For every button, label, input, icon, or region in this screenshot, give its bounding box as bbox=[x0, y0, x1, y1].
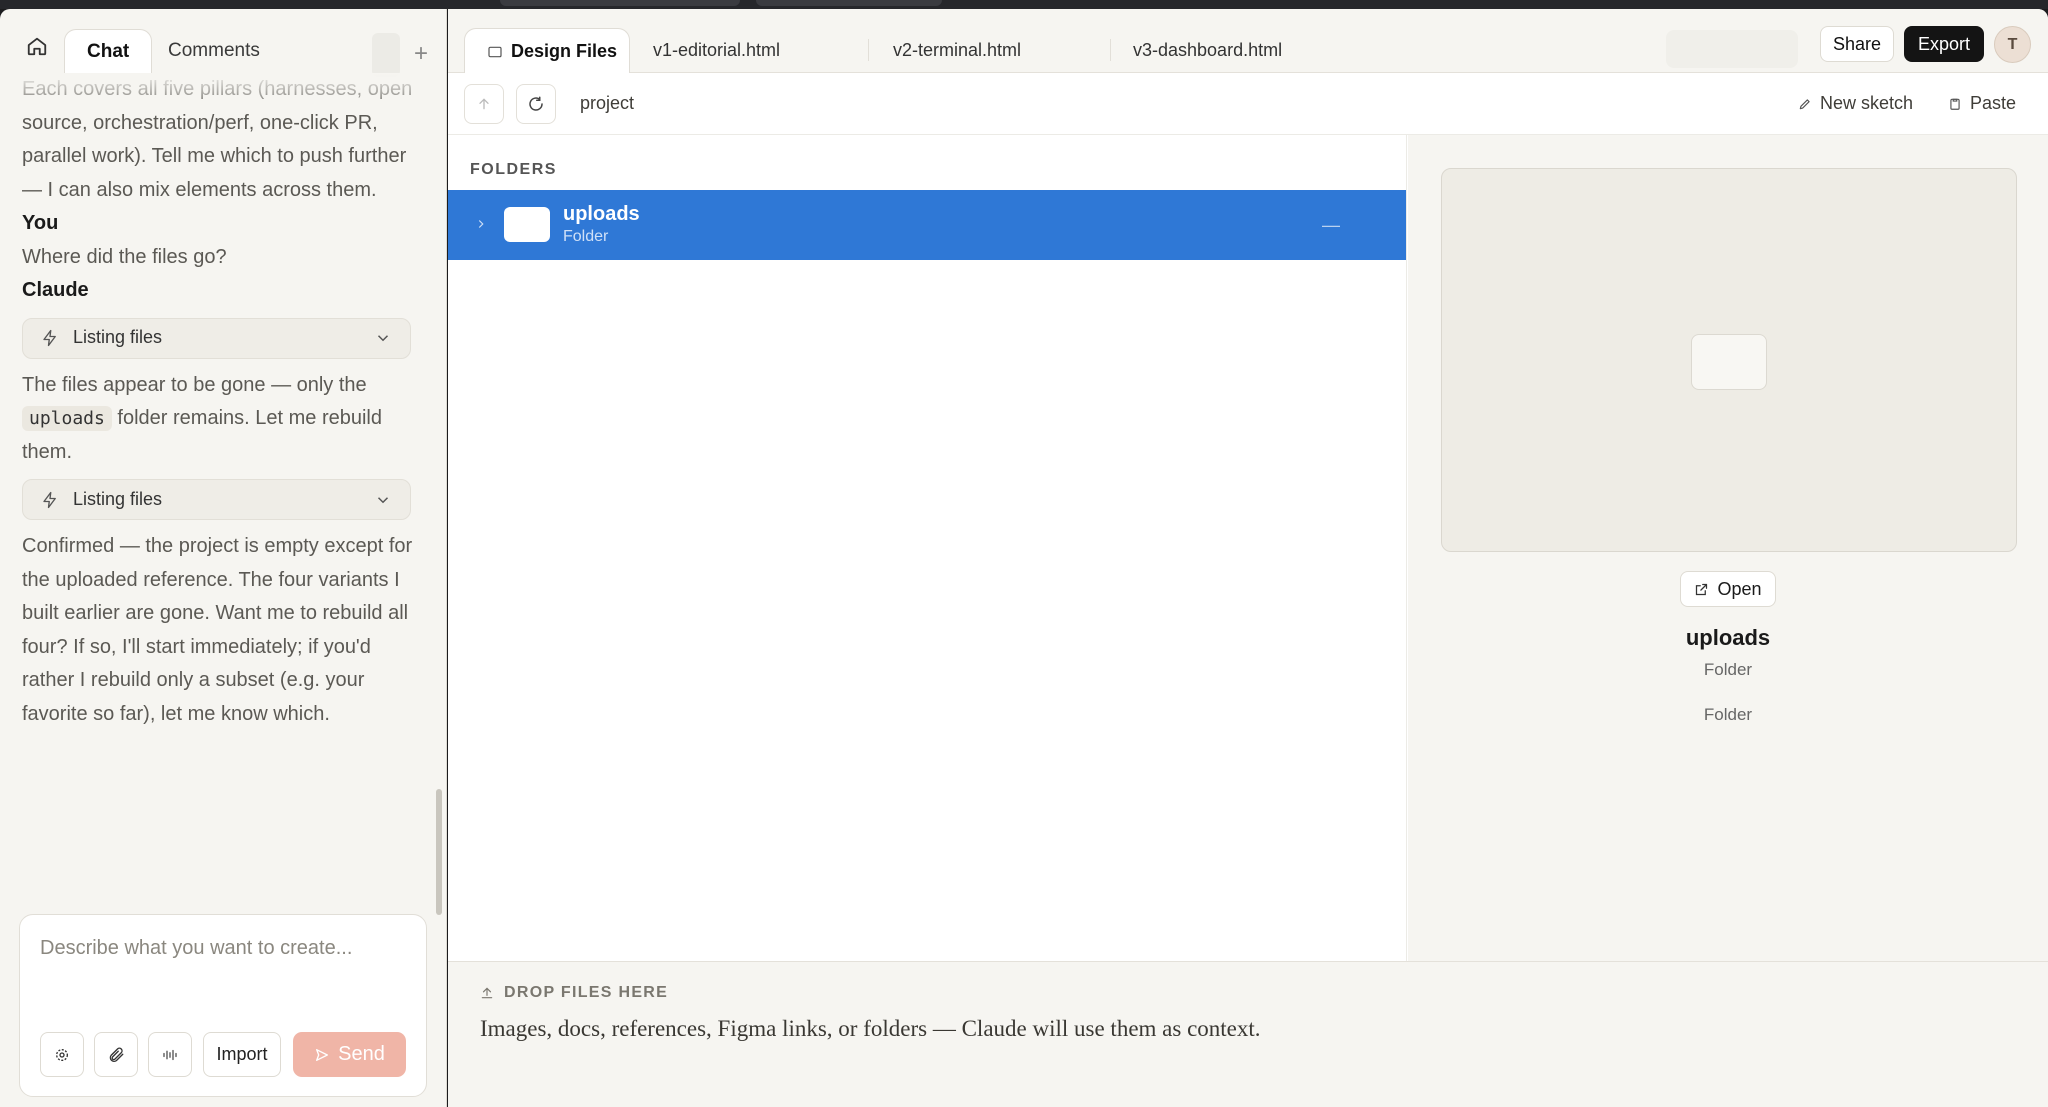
tab-v3-dashboard[interactable]: v3-dashboard.html bbox=[1133, 28, 1282, 73]
item-meta: — bbox=[1322, 215, 1340, 235]
pen-icon bbox=[1799, 98, 1810, 109]
gear-icon bbox=[56, 1048, 68, 1061]
chat-scrollbar[interactable] bbox=[436, 789, 442, 915]
drop-title: DROP FILES HERE bbox=[480, 984, 668, 1002]
chat-panel: Chat Comments + Each covers all five pil… bbox=[0, 9, 447, 1107]
arrow-up-icon bbox=[479, 98, 489, 110]
waveform-icon bbox=[163, 1049, 177, 1060]
inline-code: uploads bbox=[22, 406, 112, 431]
tab-design-files[interactable]: Design Files bbox=[464, 28, 630, 73]
tab-divider bbox=[868, 39, 869, 61]
preview-type: Folder bbox=[1703, 660, 1753, 679]
chevron-down-icon bbox=[377, 496, 389, 503]
plus-icon: + bbox=[413, 40, 428, 67]
drop-title-label: DROP FILES HERE bbox=[504, 984, 669, 1001]
folders-header: FOLDERS bbox=[470, 161, 557, 178]
tab-label: Design Files bbox=[511, 41, 618, 61]
item-name: uploads bbox=[563, 203, 640, 225]
tab-ghost bbox=[372, 33, 400, 77]
new-sketch-label: New sketch bbox=[1820, 93, 1914, 113]
clipboard-icon bbox=[1950, 98, 1960, 110]
folder-icon bbox=[504, 207, 550, 242]
drop-description: Images, docs, references, Figma links, o… bbox=[480, 1016, 1261, 1041]
breadcrumb[interactable]: project bbox=[580, 93, 634, 114]
chat-transcript: Each covers all five pillars (harnesses,… bbox=[22, 73, 417, 731]
tab-chat[interactable]: Chat bbox=[64, 29, 153, 73]
preview-thumbnail bbox=[1441, 168, 2017, 552]
file-list: FOLDERS uploads Folder — bbox=[448, 135, 1407, 961]
open-button[interactable]: Open bbox=[1680, 571, 1776, 607]
chevron-down-icon bbox=[377, 335, 389, 342]
chat-tabs: Chat Comments + bbox=[0, 9, 446, 77]
chevron-right-icon[interactable] bbox=[474, 214, 488, 234]
import-button[interactable]: Import bbox=[203, 1032, 281, 1077]
home-button[interactable] bbox=[22, 31, 52, 61]
files-panel: Design Files v1-editorial.html v2-termin… bbox=[448, 9, 2048, 1107]
composer[interactable]: Describe what you want to create... Impo… bbox=[19, 914, 427, 1097]
preview-pane: Open uploads Folder Folder bbox=[1408, 135, 2048, 961]
tool-call-listing-files[interactable]: Listing files bbox=[22, 479, 411, 520]
attach-button[interactable] bbox=[94, 1032, 138, 1077]
share-button[interactable]: Share bbox=[1820, 26, 1894, 62]
tool-call-label: Listing files bbox=[73, 488, 163, 509]
paste-label: Paste bbox=[1970, 93, 2017, 113]
message-text: The files appear to be gone — only the bbox=[22, 373, 367, 396]
tab-v1-editorial[interactable]: v1-editorial.html bbox=[653, 28, 780, 73]
refresh-button[interactable] bbox=[516, 84, 556, 124]
send-button[interactable]: Send bbox=[293, 1032, 406, 1077]
voice-button[interactable] bbox=[148, 1032, 192, 1077]
file-tabs: Design Files v1-editorial.html v2-termin… bbox=[448, 9, 2048, 73]
export-button[interactable]: Export bbox=[1904, 26, 1984, 62]
speaker-claude: Claude bbox=[22, 279, 89, 301]
bolt-icon bbox=[43, 329, 56, 347]
refresh-icon bbox=[529, 96, 543, 111]
user-message: Where did the files go? bbox=[22, 245, 227, 268]
folder-icon bbox=[488, 46, 502, 58]
tool-call-label: Listing files bbox=[73, 327, 163, 348]
settings-button[interactable] bbox=[40, 1032, 84, 1077]
top-tab-ghost bbox=[756, 0, 942, 6]
send-label: Send bbox=[338, 1043, 385, 1065]
send-icon bbox=[316, 1048, 329, 1061]
list-item-uploads[interactable]: uploads Folder — bbox=[448, 190, 1406, 260]
path-bar: project New sketch Paste bbox=[448, 73, 2048, 135]
speaker-you: You bbox=[22, 212, 59, 234]
external-link-icon bbox=[1696, 583, 1708, 595]
assistant-message: Each covers all five pillars (harnesses,… bbox=[22, 78, 413, 201]
upload-icon bbox=[481, 987, 493, 999]
bolt-icon bbox=[43, 491, 56, 508]
window-top-bar bbox=[0, 0, 2048, 9]
prompt-input[interactable]: Describe what you want to create... bbox=[40, 937, 352, 960]
toolbar-ghost bbox=[1666, 30, 1798, 68]
tab-comments[interactable]: Comments bbox=[146, 29, 282, 73]
tab-v2-terminal[interactable]: v2-terminal.html bbox=[893, 28, 1021, 73]
folder-icon bbox=[1691, 334, 1767, 390]
preview-kind: Folder bbox=[1703, 705, 1753, 724]
open-label: Open bbox=[1717, 578, 1762, 599]
assistant-message: Confirmed — the project is empty except … bbox=[22, 535, 413, 725]
assistant-message: The files appear to be gone — only the u… bbox=[22, 369, 417, 470]
up-button[interactable] bbox=[464, 84, 504, 124]
item-type: Folder bbox=[563, 228, 609, 245]
tab-divider bbox=[1110, 39, 1111, 61]
home-icon bbox=[27, 37, 47, 56]
avatar[interactable]: T bbox=[1994, 26, 2031, 63]
preview-name: uploads bbox=[1685, 625, 1771, 650]
tool-call-listing-files[interactable]: Listing files bbox=[22, 317, 411, 359]
new-tab-button[interactable]: + bbox=[406, 39, 436, 69]
paperclip-icon bbox=[109, 1047, 124, 1062]
new-sketch-button[interactable]: New sketch bbox=[1798, 93, 1913, 114]
drop-zone[interactable]: DROP FILES HERE Images, docs, references… bbox=[448, 961, 2048, 1107]
paste-button[interactable]: Paste bbox=[1948, 93, 2016, 114]
top-tab-ghost bbox=[500, 0, 740, 6]
